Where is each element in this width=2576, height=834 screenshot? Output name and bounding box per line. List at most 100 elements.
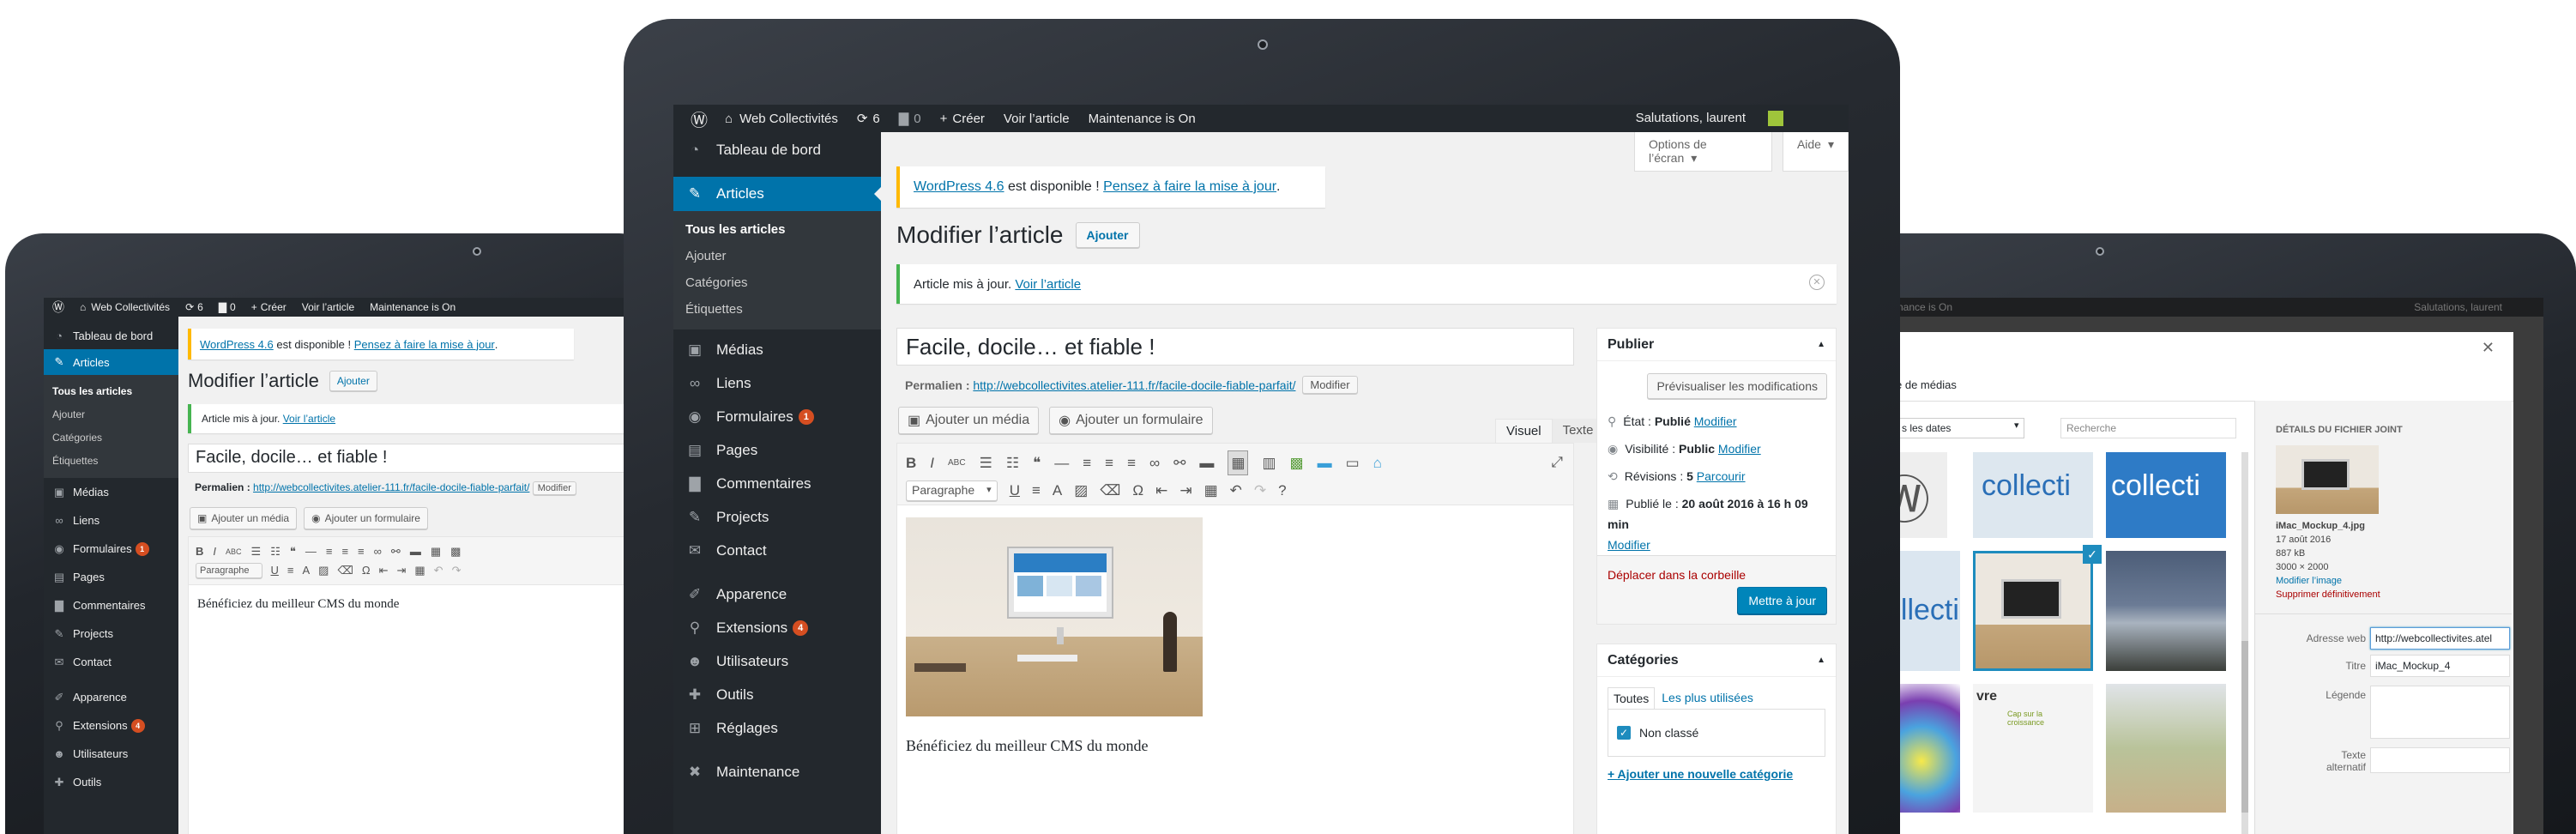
align-right-icon[interactable]: ≡ (1127, 451, 1136, 474)
categories-tab-all[interactable]: Toutes (1608, 687, 1656, 709)
align-right-icon[interactable]: ≡ (358, 542, 365, 561)
details-alt-input[interactable] (2370, 747, 2510, 773)
add-form-button[interactable]: ◉ Ajouter un formulaire (1049, 407, 1213, 434)
view-post-link[interactable]: Voir l’article (302, 301, 354, 313)
menu-forms[interactable]: ◉ Formulaires 1 (51, 535, 178, 563)
link-icon[interactable]: ∞ (374, 542, 382, 561)
dismiss-notice-icon[interactable]: ✕ (1809, 275, 1825, 290)
menu-projects[interactable]: ✎ Projects (684, 500, 881, 534)
left-add-form-button[interactable]: ◉ Ajouter un formulaire (304, 507, 428, 529)
details-caption-input[interactable] (2370, 686, 2510, 739)
maintenance-link[interactable]: Maintenance is On (1089, 112, 1196, 126)
category-checkbox[interactable]: ✓ (1617, 726, 1631, 740)
menu-contact[interactable]: ✉ Contact (51, 648, 178, 676)
comments-count[interactable]: 0 (914, 112, 920, 126)
menu-dashboard[interactable]: ◔ Tableau de bord (44, 322, 178, 349)
comments-icon[interactable]: ▇ (219, 301, 226, 313)
submenu-add[interactable]: Ajouter (52, 403, 178, 426)
media-search-input[interactable]: Recherche (2060, 418, 2236, 438)
post-title-input[interactable]: Facile, docile… et fiable ! (896, 328, 1574, 366)
left-editor-content[interactable]: Bénéficiez du meilleur CMS du monde (189, 585, 657, 624)
wp-version-link[interactable]: WordPress 4.6 (914, 179, 1004, 195)
menu-users[interactable]: ☻ Utilisateurs (684, 644, 881, 678)
media-thumb-8[interactable]: vre Cap sur la croissance (1973, 684, 2093, 813)
trash-link[interactable]: Déplacer dans la corbeille (1608, 568, 1746, 582)
menu-projects[interactable]: ✎ Projects (51, 619, 178, 648)
site-name-link[interactable]: Web Collectivités (739, 112, 838, 126)
unlink-icon[interactable]: ⚯ (391, 542, 401, 561)
add-media-button[interactable]: ▣ Ajouter un média (898, 407, 1040, 434)
submenu-tags[interactable]: Étiquettes (52, 450, 178, 473)
updates-count[interactable]: 6 (872, 112, 879, 126)
menu-plugins[interactable]: ⚲ Extensions 4 (51, 711, 178, 740)
updates-icon[interactable]: ⟳ (857, 111, 868, 126)
bold-icon[interactable]: B (906, 451, 916, 474)
details-url-input[interactable]: http://webcollectivites.atel (2370, 627, 2510, 650)
help-icon[interactable]: ? (1278, 479, 1286, 502)
strike-icon[interactable]: ABC (226, 542, 242, 561)
button-icon[interactable]: ▬ (1318, 451, 1332, 474)
bullet-list-icon[interactable]: ☰ (251, 542, 262, 561)
new-icon[interactable]: + (251, 301, 257, 313)
details-edit-image-link[interactable]: Modifier l’image (2276, 574, 2380, 588)
italic-icon[interactable]: I (213, 542, 216, 561)
format-select[interactable]: Paragraphe ▾ (906, 480, 998, 501)
align-left-icon[interactable]: ≡ (326, 542, 333, 561)
status-edit-link[interactable]: Modifier (1694, 414, 1737, 428)
menu-media[interactable]: ▣ Médias (684, 333, 881, 366)
menu-maintenance[interactable]: ✖ Maintenance (684, 755, 881, 789)
visibility-edit-link[interactable]: Modifier (1718, 442, 1761, 456)
menu-dashboard[interactable]: ◔ Tableau de bord (673, 132, 881, 168)
submenu-all-posts[interactable]: Tous les articles (52, 380, 178, 403)
number-list-icon[interactable]: ☷ (270, 542, 281, 561)
help-button[interactable]: Aide ▾ (1782, 132, 1849, 172)
indent-icon[interactable]: ⇥ (1179, 479, 1191, 502)
quote-icon[interactable]: ❝ (290, 542, 296, 561)
screen-options-button[interactable]: Options de l’écran ▾ (1634, 132, 1772, 172)
color-grid-icon[interactable]: ▩ (450, 542, 461, 561)
align-center-icon[interactable]: ≡ (341, 542, 348, 561)
clear-format-icon[interactable]: ⌫ (337, 561, 353, 580)
menu-appearance[interactable]: ✐ Apparence (684, 577, 881, 611)
menu-settings[interactable]: ⊞ Réglages (684, 711, 881, 745)
media-thumb-7[interactable] (1896, 684, 1960, 813)
table-icon[interactable]: ▦ (1204, 479, 1218, 502)
menu-comments[interactable]: ▇ Commentaires (51, 591, 178, 619)
align-center-icon[interactable]: ≡ (1105, 451, 1113, 474)
text-color-icon[interactable]: A (302, 561, 310, 580)
view-post-notice-link[interactable]: Voir l’article (1015, 277, 1081, 292)
view-post-notice-link[interactable]: Voir l’article (283, 413, 335, 425)
media-thumb-selected[interactable] (1973, 551, 2093, 671)
toolbar-toggle-icon[interactable]: ▦ (1228, 450, 1249, 475)
submenu-all-posts[interactable]: Tous les articles (685, 216, 881, 243)
menu-pages[interactable]: ▤ Pages (684, 433, 881, 467)
left-title-input[interactable]: Facile, docile… et fiable ! (188, 444, 657, 473)
more-tag-icon[interactable]: ▬ (1199, 451, 1214, 474)
details-title-input[interactable]: iMac_Mockup_4 (2370, 655, 2510, 677)
editor-content[interactable]: Bénéficiez du meilleur CMS du monde (906, 737, 1148, 755)
new-icon[interactable]: + (940, 112, 948, 126)
bullet-list-icon[interactable]: ☰ (980, 451, 992, 474)
redo-icon[interactable]: ↷ (452, 561, 462, 580)
menu-posts[interactable]: ✎ Articles (673, 177, 881, 211)
media-dates-select[interactable]: s les dates (1896, 418, 2024, 438)
wp-logo-icon[interactable]: Ⓦ (52, 299, 64, 316)
site-name-link[interactable]: Web Collectivités (91, 301, 170, 313)
media-thumb-6[interactable] (2106, 551, 2226, 671)
menu-links[interactable]: ∞ Liens (51, 506, 178, 535)
permalink-edit-button[interactable]: Modifier (1302, 376, 1358, 394)
italic-icon[interactable]: I (930, 451, 934, 474)
bold-icon[interactable]: B (196, 542, 203, 561)
link-icon[interactable]: ∞ (1149, 451, 1160, 474)
omega-icon[interactable]: Ω (1132, 479, 1143, 502)
add-new-button[interactable]: Ajouter (1075, 222, 1140, 248)
more-icon[interactable]: ▬ (410, 542, 421, 561)
menu-links[interactable]: ∞ Liens (684, 366, 881, 400)
view-post-link[interactable]: Voir l’article (1004, 112, 1070, 126)
selected-check-icon[interactable]: ✓ (2083, 545, 2102, 564)
update-button[interactable]: Mettre à jour (1737, 587, 1827, 614)
menu-forms[interactable]: ◉ Formulaires 1 (684, 400, 881, 433)
justify-icon[interactable]: ≡ (287, 561, 294, 580)
menu-comments[interactable]: ▇ Commentaires (684, 467, 881, 500)
permalink-url[interactable]: http://webcollectivites.atelier-111.fr/f… (973, 378, 1295, 392)
